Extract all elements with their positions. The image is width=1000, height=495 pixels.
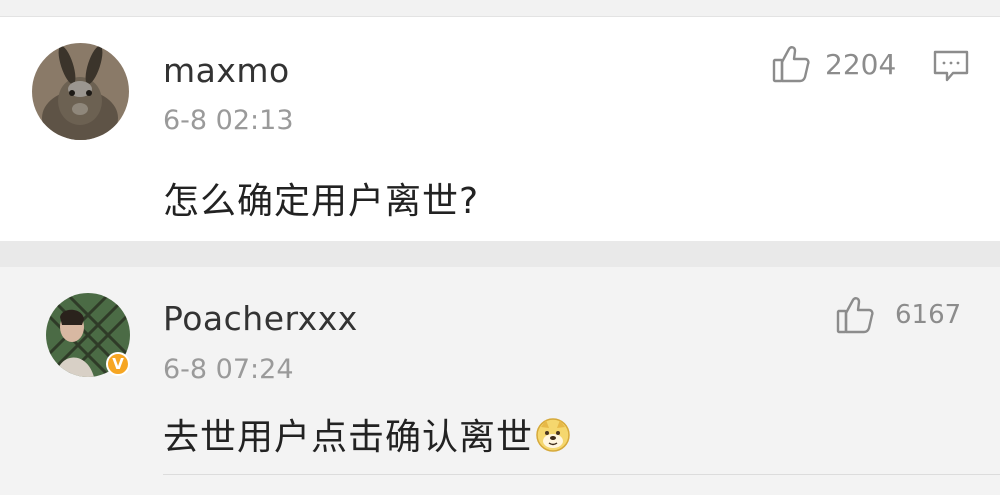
divider — [163, 474, 1000, 475]
reply-button[interactable] — [933, 49, 969, 87]
like-count: 2204 — [825, 47, 897, 81]
like-button[interactable]: 2204 — [771, 44, 896, 84]
top-strip — [0, 0, 1000, 17]
username[interactable]: Poacherxxx — [163, 299, 358, 338]
section-separator — [0, 241, 1000, 267]
verified-badge: V — [106, 352, 130, 376]
like-count: 6167 — [895, 300, 962, 330]
timestamp: 6-8 02:13 — [163, 105, 294, 136]
username[interactable]: maxmo — [163, 51, 290, 90]
comment-item: maxmo 6-8 02:13 怎么确定用户离世? 2204 — [0, 17, 1000, 241]
comment-text-content: 去世用户点击确认离世 — [163, 417, 534, 458]
comment-text: 去世用户点击确认离世 — [163, 408, 571, 462]
like-button[interactable]: 6167 — [835, 295, 961, 335]
comment-icon — [933, 50, 969, 82]
comment-text: 怎么确定用户离世? — [163, 181, 480, 222]
rabbit-avatar-icon — [32, 43, 129, 140]
thumbs-up-icon — [772, 46, 810, 83]
user-avatar[interactable] — [32, 43, 129, 140]
doge-emoji-icon — [535, 417, 571, 462]
timestamp: 6-8 07:24 — [163, 354, 294, 385]
thumbs-up-icon — [836, 297, 874, 334]
